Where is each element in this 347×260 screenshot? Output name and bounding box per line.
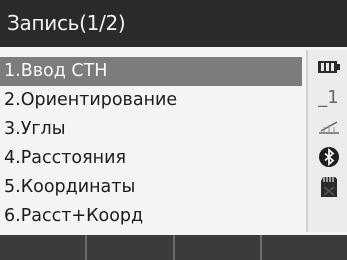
tilt-compensation-icon: [308, 112, 347, 142]
menu-item-coordinates[interactable]: 5.Координаты: [0, 173, 302, 202]
softkey-f4[interactable]: [262, 235, 347, 260]
record-menu: 1.Ввод СТН 2.Ориентирование 3.Углы 4.Рас…: [0, 57, 302, 231]
softkey-f1[interactable]: [0, 235, 88, 260]
sd-card-icon: [308, 172, 347, 202]
target-constant-value: _1: [318, 86, 339, 108]
softkey-bar: [0, 235, 347, 260]
instrument-screen: Запись(1/2) 1.Ввод СТН 2.Ориентирование …: [0, 0, 347, 260]
menu-item-angles[interactable]: 3.Углы: [0, 115, 302, 144]
battery-icon: [308, 52, 347, 82]
softkey-f3[interactable]: [175, 235, 262, 260]
status-bar: _1: [306, 50, 347, 232]
menu-item-dist-coord[interactable]: 6.Расст+Коорд: [0, 202, 302, 231]
bluetooth-icon: [308, 142, 347, 172]
screen-title: Запись(1/2): [0, 0, 347, 47]
menu-item-station-input[interactable]: 1.Ввод СТН: [0, 57, 302, 86]
menu-item-distances[interactable]: 4.Расстояния: [0, 144, 302, 173]
softkey-f2[interactable]: [87, 235, 175, 260]
target-constant-icon: _1: [308, 82, 347, 112]
menu-item-orientation[interactable]: 2.Ориентирование: [0, 86, 302, 115]
